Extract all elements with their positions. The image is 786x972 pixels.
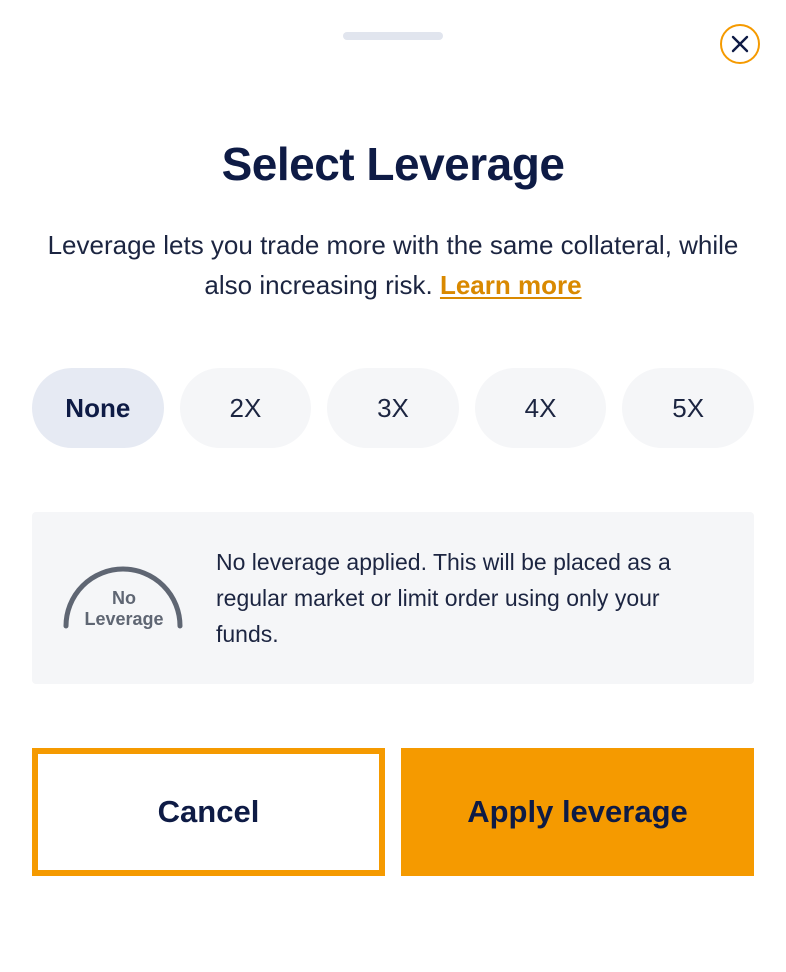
leverage-info-panel: No Leverage No leverage applied. This wi… [32, 512, 754, 684]
leverage-option-none[interactable]: None [32, 368, 164, 448]
leverage-option-4x[interactable]: 4X [474, 368, 607, 448]
drag-handle[interactable] [343, 32, 443, 40]
gauge-label-line2: Leverage [84, 609, 164, 629]
description-text: Leverage lets you trade more with the sa… [47, 230, 739, 300]
apply-leverage-button[interactable]: Apply leverage [401, 748, 754, 876]
leverage-option-2x[interactable]: 2X [179, 368, 312, 448]
leverage-option-5x[interactable]: 5X [622, 368, 754, 448]
leverage-info-text: No leverage applied. This will be placed… [216, 549, 671, 647]
description: Leverage lets you trade more with the sa… [40, 225, 746, 305]
learn-more-link[interactable]: Learn more [440, 270, 582, 300]
close-button[interactable] [720, 24, 760, 64]
leverage-options: None 2X 3X 4X 5X [32, 368, 754, 448]
gauge-icon: No Leverage [62, 566, 186, 632]
page-title: Select Leverage [221, 138, 565, 190]
gauge-label-line1: No [112, 588, 136, 608]
cancel-button[interactable]: Cancel [32, 748, 385, 876]
close-icon [731, 35, 749, 53]
leverage-modal: Select Leverage Leverage lets you trade … [0, 0, 786, 972]
leverage-option-3x[interactable]: 3X [327, 368, 459, 448]
